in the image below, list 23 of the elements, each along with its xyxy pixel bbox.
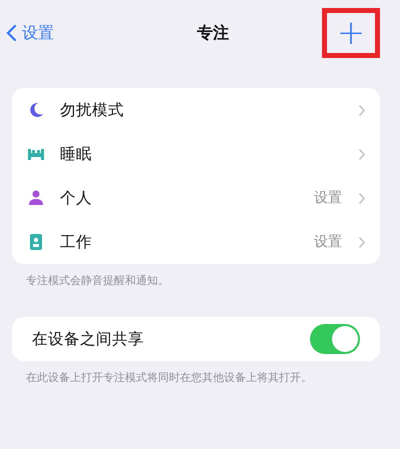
focus-mode-item[interactable]: 个人 设置 (12, 176, 380, 220)
mode-label: 睡眠 (60, 144, 93, 164)
chevron-icon (358, 104, 366, 116)
section-footer: 在此设备上打开专注模式将同时在您其他设备上将其打开。 (26, 369, 322, 386)
focus-mode-item[interactable]: 睡眠 (12, 132, 380, 176)
back-chevron-icon (6, 24, 17, 42)
mode-detail: 设置 (314, 233, 342, 251)
chevron-icon (358, 148, 366, 160)
mode-detail: 设置 (314, 189, 342, 207)
share-label: 在设备之间共享 (32, 328, 145, 350)
mode-label: 个人 (60, 188, 93, 208)
chevron-icon (358, 192, 366, 204)
chevron-icon (358, 236, 366, 248)
page-title: 专注 (197, 22, 229, 44)
focus-mode-item[interactable]: 工作 设置 (12, 220, 380, 264)
focus-mode-item[interactable]: 勿扰模式 (12, 88, 380, 132)
add-button[interactable]: + (322, 8, 380, 58)
share-toggle[interactable] (310, 324, 360, 354)
back-button[interactable]: 设置 (6, 22, 54, 44)
mode-label: 勿扰模式 (60, 100, 125, 120)
section-footer: 专注模式会静音提醒和通知。 (26, 272, 322, 290)
person-icon (26, 188, 46, 208)
mode-label: 工作 (60, 232, 93, 252)
